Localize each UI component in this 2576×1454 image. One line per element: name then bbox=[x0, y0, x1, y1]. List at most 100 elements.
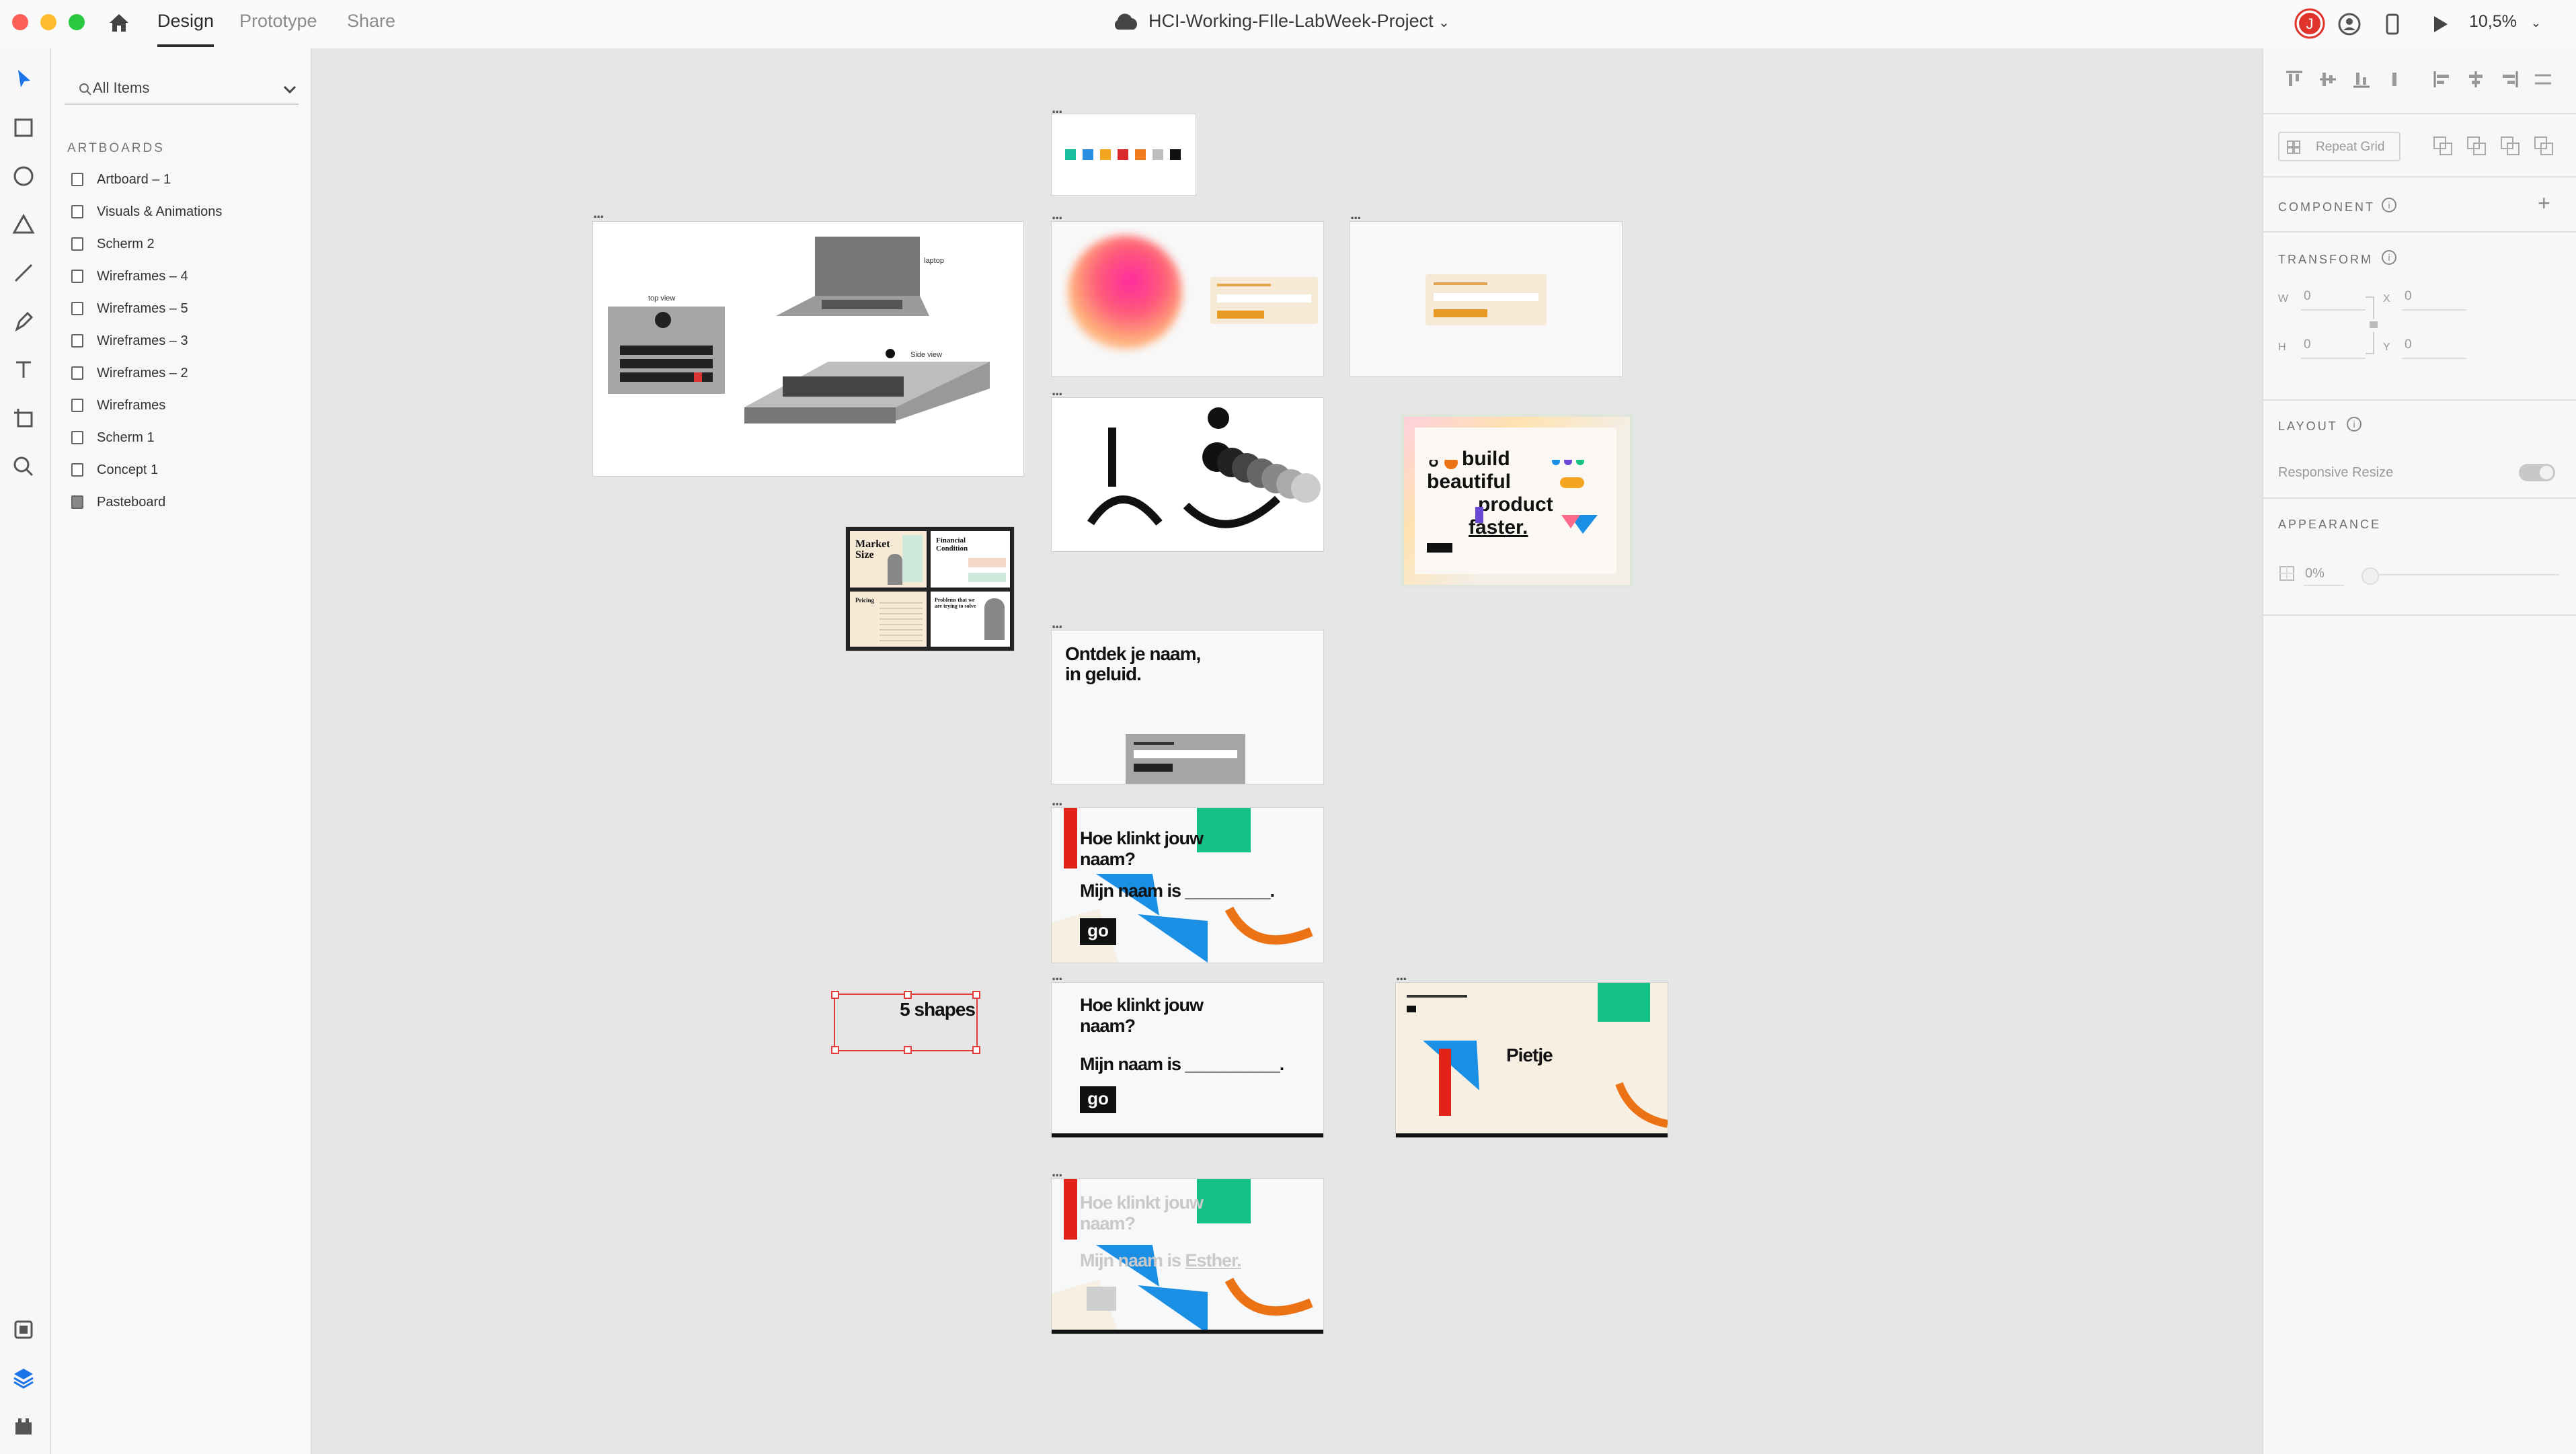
artboard-menu-icon[interactable]: ... bbox=[1052, 614, 1062, 632]
resize-handle[interactable] bbox=[972, 1046, 980, 1054]
artboard-menu-icon[interactable]: ... bbox=[1052, 1163, 1062, 1180]
appearance-section-title: APPEARANCE bbox=[2278, 518, 2382, 531]
artboard-item[interactable]: Concept 1 bbox=[71, 457, 300, 484]
ellipse-tool-icon[interactable] bbox=[10, 163, 37, 190]
resize-handle[interactable] bbox=[904, 991, 912, 999]
home-icon[interactable] bbox=[106, 9, 132, 36]
artboard-menu-icon[interactable]: ... bbox=[1052, 382, 1062, 399]
share-user-icon[interactable] bbox=[2336, 11, 2363, 38]
form-card bbox=[1210, 277, 1318, 324]
artboard-hoe-klinkt-plain[interactable]: Hoe klinkt jouw naam? Mijn naam is _____… bbox=[1052, 983, 1323, 1137]
avatar[interactable]: J bbox=[2294, 8, 2325, 39]
artboard-pietje[interactable]: Pietje bbox=[1396, 983, 1668, 1137]
artboard-item[interactable]: Wireframes – 2 bbox=[71, 360, 300, 387]
close-window-button[interactable] bbox=[12, 14, 28, 30]
resize-handle[interactable] bbox=[831, 1046, 839, 1054]
artboard-color-swatches[interactable] bbox=[1052, 114, 1196, 195]
align-bottom-icon[interactable] bbox=[2351, 69, 2372, 90]
artboard-laptop-concept[interactable]: laptop top view Side view bbox=[593, 222, 1023, 476]
opacity-value[interactable]: 0% bbox=[2305, 566, 2325, 581]
artboard-hoe-klinkt-esther[interactable]: Hoe klinkt jouw naam? Mijn naam is Esthe… bbox=[1052, 1179, 1323, 1334]
artboard-item[interactable]: Scherm 2 bbox=[71, 231, 300, 258]
align-middle-icon[interactable] bbox=[2317, 69, 2339, 90]
artboard-menu-icon[interactable]: ... bbox=[1052, 967, 1062, 984]
distribute-vertical-icon[interactable] bbox=[2384, 69, 2406, 90]
resize-handle[interactable] bbox=[831, 991, 839, 999]
artboard-menu-icon[interactable]: ... bbox=[593, 204, 604, 222]
polygon-tool-icon[interactable] bbox=[10, 211, 37, 238]
x-input[interactable]: 0 bbox=[2405, 289, 2412, 304]
slide-pricing: Pricing bbox=[850, 592, 927, 647]
pasteboard-item[interactable]: Pasteboard bbox=[71, 489, 300, 516]
artboard-menu-icon[interactable]: ... bbox=[1350, 206, 1361, 223]
height-input[interactable]: 0 bbox=[2304, 337, 2311, 352]
line-tool-icon[interactable] bbox=[10, 259, 37, 286]
opacity-slider-track[interactable] bbox=[2363, 574, 2559, 575]
minimize-window-button[interactable] bbox=[40, 14, 56, 30]
artboard-tool-icon[interactable] bbox=[10, 405, 37, 432]
artboard-item[interactable]: Wireframes – 4 bbox=[71, 264, 300, 290]
align-left-icon[interactable] bbox=[2431, 69, 2453, 90]
maximize-window-button[interactable] bbox=[69, 14, 85, 30]
assets-icon[interactable] bbox=[10, 1316, 37, 1343]
info-icon[interactable]: i bbox=[2382, 198, 2396, 212]
text-tool-icon[interactable] bbox=[10, 356, 37, 383]
search-field[interactable]: All Items bbox=[65, 74, 299, 105]
responsive-resize-toggle[interactable] bbox=[2519, 464, 2555, 481]
artboard-form[interactable] bbox=[1350, 222, 1622, 376]
artboard-gradient-form[interactable] bbox=[1052, 222, 1323, 376]
selection-5-shapes[interactable]: 5 shapes bbox=[831, 991, 980, 1054]
pen-tool-icon[interactable] bbox=[10, 308, 37, 335]
y-input[interactable]: 0 bbox=[2405, 337, 2412, 352]
artboard-item[interactable]: Artboard – 1 bbox=[71, 167, 300, 194]
select-tool-icon[interactable] bbox=[10, 66, 37, 93]
play-icon[interactable] bbox=[2426, 11, 2453, 38]
slide-title: Problems that we are trying to solve bbox=[935, 597, 976, 609]
lock-aspect-icon[interactable] bbox=[2363, 292, 2383, 359]
laptop-label: laptop bbox=[924, 257, 944, 265]
document-title[interactable]: HCI-Working-FIle-LabWeek-Project ⌄ bbox=[1148, 11, 1450, 32]
tab-design[interactable]: Design bbox=[157, 11, 214, 32]
artboard-item[interactable]: Wireframes – 3 bbox=[71, 328, 300, 355]
plugins-icon[interactable] bbox=[10, 1413, 37, 1440]
side-view-label: Side view bbox=[910, 351, 943, 359]
artboard-item[interactable]: Scherm 1 bbox=[71, 425, 300, 452]
distribute-horizontal-icon[interactable] bbox=[2532, 69, 2554, 90]
device-preview-icon[interactable] bbox=[2379, 11, 2406, 38]
align-top-icon[interactable] bbox=[2284, 69, 2305, 90]
artboard-item[interactable]: Wireframes – 5 bbox=[71, 296, 300, 323]
artboard-animation[interactable] bbox=[1052, 398, 1323, 551]
tab-prototype[interactable]: Prototype bbox=[239, 11, 317, 32]
align-right-icon[interactable] bbox=[2499, 69, 2520, 90]
boolean-add-icon[interactable] bbox=[2431, 134, 2454, 157]
artboard-menu-icon[interactable]: ... bbox=[1396, 967, 1407, 984]
artboard-menu-icon[interactable]: ... bbox=[1052, 206, 1062, 223]
artboard-item[interactable]: Visuals & Animations bbox=[71, 199, 300, 226]
artboard-pitch-deck[interactable]: Market Size Financial Condition Pricing … bbox=[846, 527, 1014, 651]
boolean-exclude-icon[interactable] bbox=[2532, 134, 2555, 157]
align-center-icon[interactable] bbox=[2465, 69, 2487, 90]
artboard-hoe-klinkt-shapes[interactable]: Hoe klinkt jouw naam? Mijn naam is _____… bbox=[1052, 808, 1323, 963]
zoom-level[interactable]: 10,5% ⌄ bbox=[2469, 12, 2541, 32]
chevron-down-icon[interactable] bbox=[281, 81, 299, 98]
boolean-intersect-icon[interactable] bbox=[2499, 134, 2522, 157]
info-icon[interactable]: i bbox=[2347, 417, 2362, 432]
repeat-grid-button[interactable]: Repeat Grid bbox=[2278, 132, 2401, 161]
swatch bbox=[1083, 149, 1093, 160]
width-input[interactable]: 0 bbox=[2304, 289, 2311, 304]
artboard-ontdek[interactable]: Ontdek je naam, in geluid. bbox=[1052, 631, 1323, 784]
layers-icon[interactable] bbox=[10, 1365, 37, 1391]
artboard-build-beautiful[interactable]: build beautiful product faster. bbox=[1404, 417, 1630, 585]
resize-handle[interactable] bbox=[972, 991, 980, 999]
resize-handle[interactable] bbox=[904, 1046, 912, 1054]
rectangle-tool-icon[interactable] bbox=[10, 114, 37, 141]
boolean-subtract-icon[interactable] bbox=[2465, 134, 2488, 157]
add-component-icon[interactable]: + bbox=[2538, 191, 2550, 216]
zoom-tool-icon[interactable] bbox=[10, 453, 37, 480]
tab-share[interactable]: Share bbox=[347, 11, 395, 32]
info-icon[interactable]: i bbox=[2382, 250, 2396, 265]
design-canvas[interactable]: ... ... laptop top view Side view ... ..… bbox=[312, 48, 2261, 1454]
artboard-menu-icon[interactable]: ... bbox=[1052, 792, 1062, 809]
artboard-item[interactable]: Wireframes bbox=[71, 393, 300, 419]
opacity-slider-handle[interactable] bbox=[2362, 567, 2379, 585]
